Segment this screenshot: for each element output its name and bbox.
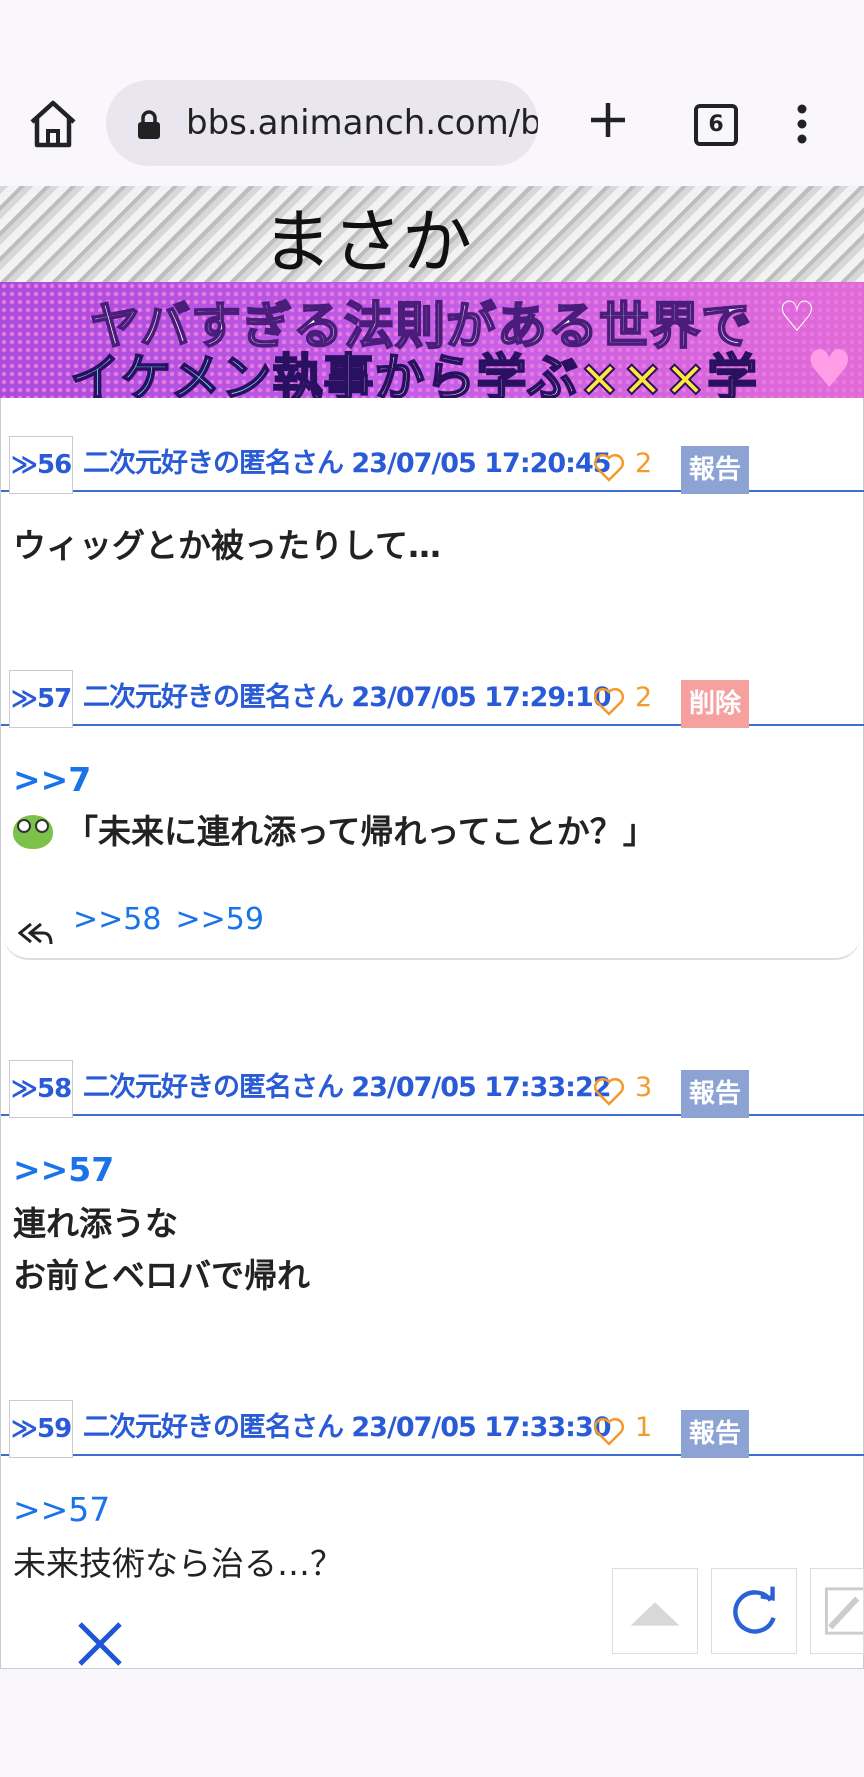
- reply-card: >>58 >>59: [3, 698, 861, 960]
- page-bottom-area: [0, 1668, 864, 1777]
- close-icon[interactable]: [74, 1620, 126, 1668]
- reply-all-icon: [17, 922, 53, 945]
- reply-link[interactable]: >>59: [175, 902, 263, 937]
- post-meta: 二次元好きの匿名さん 23/07/05 17:33:22: [83, 1072, 612, 1103]
- thread-content: ≫56 二次元好きの匿名さん 23/07/05 17:20:45 2 報告 ウィ…: [0, 398, 864, 1668]
- triangle-up-icon: [630, 1602, 680, 1626]
- post-meta: 二次元好きの匿名さん 23/07/05 17:33:30: [83, 1412, 612, 1443]
- heart-icon[interactable]: [593, 452, 625, 482]
- pencil-icon: [824, 1587, 864, 1635]
- report-button[interactable]: 報告: [681, 1070, 749, 1118]
- reply-links: >>58 >>59: [73, 898, 278, 942]
- post-text: お前とベロバで帰れ: [13, 1256, 310, 1295]
- like-count: 2: [635, 448, 653, 479]
- heart-decoration-icon: ♥: [806, 340, 853, 398]
- reload-button[interactable]: [711, 1568, 797, 1654]
- banner-top-text: まさか: [262, 201, 472, 283]
- write-button[interactable]: [810, 1568, 864, 1654]
- post-number[interactable]: ≫58: [9, 1060, 73, 1118]
- banner-manga-panel: まさか: [0, 186, 864, 283]
- banner-title-panel: ヤバすぎる法則がある世界で イケメン執事から学ぶ×××学 ♡ ♥: [0, 282, 864, 398]
- post-number[interactable]: ≫59: [9, 1400, 73, 1458]
- browser-toolbar: bbs.animanch.com/b 6: [0, 0, 864, 186]
- post-number[interactable]: ≫56: [9, 436, 73, 494]
- like-count: 1: [635, 1412, 653, 1443]
- url-text: bbs.animanch.com/b: [186, 103, 538, 143]
- lock-icon: [138, 110, 160, 139]
- refresh-icon: [733, 1586, 776, 1634]
- report-button[interactable]: 報告: [681, 446, 749, 494]
- heart-icon[interactable]: [593, 1416, 625, 1446]
- post-text: 未来技術なら治る…？: [13, 1544, 343, 1583]
- banner-line2: イケメン執事から学ぶ×××学: [69, 348, 759, 398]
- report-button[interactable]: 報告: [681, 1410, 749, 1458]
- plus-icon[interactable]: [588, 100, 628, 140]
- like-count: 3: [635, 1072, 653, 1103]
- post-header: ≫58 二次元好きの匿名さん 23/07/05 17:33:22 3 報告: [1, 1048, 864, 1118]
- anchor-link[interactable]: >>57: [13, 1144, 114, 1196]
- post-meta: 二次元好きの匿名さん 23/07/05 17:20:45: [83, 448, 612, 479]
- ad-banner[interactable]: まさか ヤバすぎる法則がある世界で イケメン執事から学ぶ×××学 ♡ ♥: [0, 186, 864, 398]
- anchor-link[interactable]: >>57: [13, 1484, 110, 1536]
- heart-decoration-icon: ♡: [778, 292, 816, 341]
- post-text: 連れ添うな: [13, 1204, 178, 1243]
- more-vert-icon[interactable]: [796, 104, 808, 144]
- heart-icon[interactable]: [593, 1076, 625, 1106]
- post-text: ウィッグとか被ったりして…: [13, 526, 442, 565]
- post-header: ≫56 二次元好きの匿名さん 23/07/05 17:20:45 2 報告: [1, 424, 864, 494]
- address-bar[interactable]: bbs.animanch.com/b: [106, 80, 538, 166]
- tab-switcher-button[interactable]: 6: [694, 104, 738, 146]
- scroll-top-button[interactable]: [612, 1568, 698, 1654]
- reply-link[interactable]: >>58: [73, 902, 161, 937]
- post-header: ≫59 二次元好きの匿名さん 23/07/05 17:33:30 1 報告: [1, 1388, 864, 1458]
- home-icon[interactable]: [26, 98, 80, 150]
